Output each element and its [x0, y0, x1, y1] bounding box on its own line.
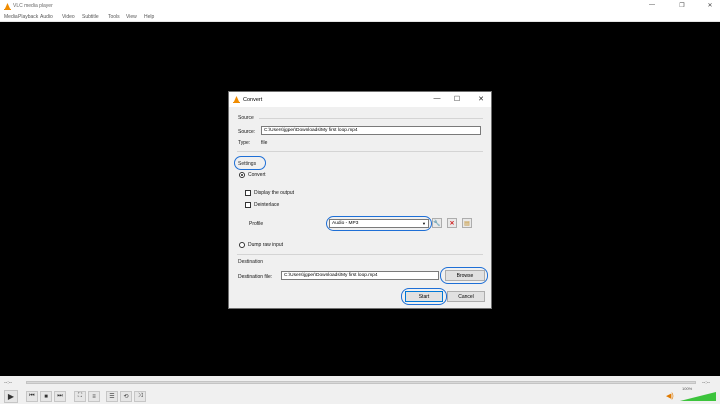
type-label: Type: — [238, 140, 251, 146]
shuffle-icon: ⤨ — [137, 393, 143, 399]
deinterlace-checkbox[interactable] — [245, 202, 251, 208]
volume-icon[interactable]: ◀) — [666, 392, 674, 400]
close-button[interactable]: ✕ — [704, 2, 716, 9]
dump-raw-radio[interactable] — [239, 242, 245, 248]
destination-file-field[interactable]: C:\Users\jgper\Downloads\My first loop.m… — [281, 271, 439, 280]
volume-level-fill — [680, 392, 716, 401]
playlist-icon: ☰ — [109, 394, 115, 400]
source-label: Source: — [238, 129, 256, 135]
app-titlebar: VLC media player — ❐ ✕ — [0, 0, 720, 12]
display-output-checkbox[interactable] — [245, 190, 251, 196]
menu-media[interactable]: Media — [4, 14, 18, 20]
fullscreen-icon: ⛶ — [77, 393, 83, 399]
volume-percent: 100% — [682, 386, 693, 391]
menu-playback[interactable]: Playback — [18, 14, 38, 20]
stop-icon: ■ — [44, 393, 48, 400]
source-divider — [259, 118, 483, 119]
source-field[interactable]: C:\Users\jgper\Downloads\My first loop.m… — [261, 126, 481, 135]
fullscreen-button[interactable]: ⛶ — [74, 391, 86, 402]
browse-highlight — [440, 267, 488, 284]
destination-file-label: Destination file: — [238, 274, 273, 280]
stop-button[interactable]: ■ — [40, 391, 52, 402]
menu-tools[interactable]: Tools — [108, 14, 120, 20]
new-profile-button[interactable]: ▤ — [462, 218, 472, 228]
new-profile-icon: ▤ — [464, 220, 470, 227]
loop-icon: ⟲ — [123, 394, 129, 400]
delete-profile-button[interactable]: ✕ — [447, 218, 457, 228]
menu-help[interactable]: Help — [144, 14, 154, 20]
volume-slider[interactable] — [680, 392, 716, 401]
display-output-label: Display the output — [254, 190, 295, 196]
dialog-minimize-button[interactable]: — — [431, 95, 443, 102]
loop-button[interactable]: ⟲ — [120, 391, 132, 402]
next-icon: ⏭ — [57, 393, 63, 399]
destination-divider — [237, 254, 483, 255]
extended-settings-button[interactable]: ≡ — [88, 391, 100, 402]
convert-dialog: Convert — ☐ ✕ Source Source: C:\Users\jg… — [228, 91, 492, 309]
delete-icon: ✕ — [449, 220, 455, 227]
dump-raw-label: Dump raw input — [248, 242, 284, 248]
seek-bar[interactable] — [26, 381, 696, 384]
cancel-button[interactable]: Cancel — [447, 291, 485, 302]
source-section-label: Source — [238, 115, 254, 121]
menu-audio[interactable]: Audio — [40, 14, 53, 20]
menu-view[interactable]: View — [126, 14, 137, 20]
menu-subtitle[interactable]: Subtitle — [82, 14, 99, 20]
profile-label: Profile — [249, 221, 264, 227]
convert-radio-label: Convert — [248, 172, 266, 178]
vlc-cone-icon — [4, 3, 11, 10]
maximize-button[interactable]: ❐ — [676, 2, 688, 9]
profile-highlight — [326, 216, 432, 231]
dialog-close-button[interactable]: ✕ — [475, 95, 487, 103]
menu-video[interactable]: Video — [62, 14, 75, 20]
settings-highlight — [234, 156, 266, 170]
dialog-title: Convert — [243, 97, 263, 103]
shuffle-button[interactable]: ⤨ — [134, 391, 146, 402]
previous-button[interactable]: ⏮ — [26, 391, 38, 402]
playlist-button[interactable]: ☰ — [106, 391, 118, 402]
start-highlight — [401, 288, 447, 305]
type-value: file — [261, 140, 268, 146]
settings-icon: ≡ — [92, 393, 96, 400]
vlc-cone-icon — [233, 96, 240, 103]
menu-bar: Media Playback Audio Video Subtitle Tool… — [0, 12, 720, 22]
dialog-maximize-button[interactable]: ☐ — [451, 95, 463, 103]
edit-profile-button[interactable]: 🔧 — [432, 218, 442, 228]
app-title: VLC media player — [13, 3, 53, 9]
time-total: --:-- — [702, 380, 711, 386]
wrench-icon: 🔧 — [433, 220, 441, 227]
previous-icon: ⏮ — [29, 393, 35, 399]
next-button[interactable]: ⏭ — [54, 391, 66, 402]
minimize-button[interactable]: — — [646, 2, 658, 8]
settings-divider — [237, 151, 483, 152]
play-icon: ▶ — [7, 392, 15, 401]
dialog-titlebar: Convert — ☐ ✕ — [229, 92, 491, 107]
playback-controls: --:-- --:-- ▶ ⏮ ■ ⏭ ⛶ ≡ ☰ ⟲ ⤨ — [0, 376, 720, 404]
deinterlace-label: Deinterlace — [254, 202, 280, 208]
time-elapsed: --:-- — [4, 380, 13, 386]
play-button[interactable]: ▶ — [4, 390, 18, 403]
destination-section-label: Destination — [238, 259, 264, 265]
convert-radio[interactable] — [239, 172, 245, 178]
